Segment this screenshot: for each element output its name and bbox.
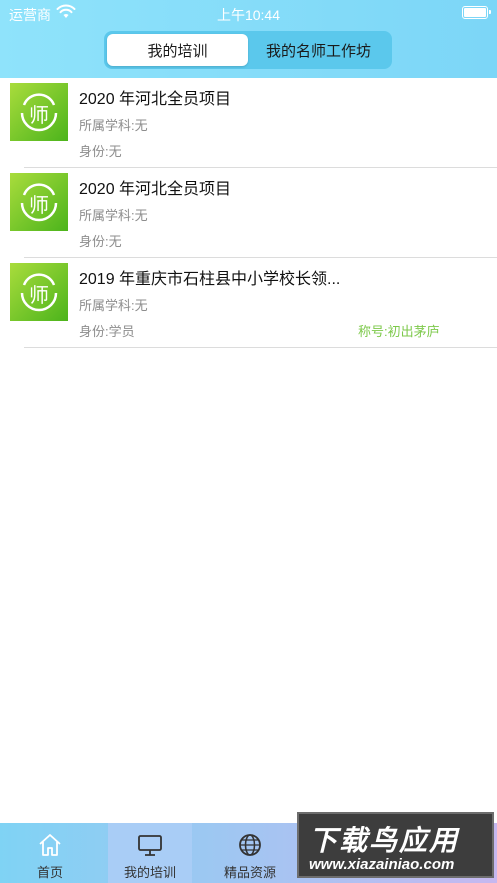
watermark-title: 下载鸟应用 <box>309 825 460 856</box>
training-subject: 所属学科:无 <box>79 298 148 313</box>
watermark-logo: 下载鸟应用 www.xiazainiao.com <box>297 812 494 878</box>
tab-my-training-label: 我的培训 <box>123 865 176 880</box>
list-item[interactable]: 师 2019 年重庆市石柱县中小学校长领... 所属学科:无 身份:学员 称号:… <box>0 258 497 348</box>
tab-home-label: 首页 <box>36 865 63 880</box>
training-subject: 所属学科:无 <box>79 208 148 223</box>
list-item[interactable]: 师 2020 年河北全员项目 所属学科:无 身份:无 <box>0 78 497 168</box>
teacher-logo-icon: 师 <box>10 173 68 231</box>
training-list: 师 2020 年河北全员项目 所属学科:无 身份:无 师 2020 年河北全员项… <box>0 78 497 348</box>
svg-text:师: 师 <box>29 283 49 307</box>
svg-text:师: 师 <box>29 103 49 127</box>
battery-icon <box>462 6 491 19</box>
training-rank: 称号:初出茅庐 <box>358 324 440 339</box>
training-identity: 身份:无 <box>79 234 122 249</box>
status-bar: 运营商 上午10:44 <box>0 0 497 26</box>
training-subject: 所属学科:无 <box>79 118 148 133</box>
tab-my-training[interactable]: 我的培训 <box>108 823 192 883</box>
segment-my-workshop[interactable]: 我的名师工作坊 <box>248 34 389 66</box>
training-identity: 身份:无 <box>79 144 122 159</box>
list-item[interactable]: 师 2020 年河北全员项目 所属学科:无 身份:无 <box>0 168 497 258</box>
teacher-logo-icon: 师 <box>10 83 68 141</box>
svg-text:师: 师 <box>29 193 49 217</box>
training-title: 2019 年重庆市石柱县中小学校长领... <box>79 271 341 288</box>
tab-home[interactable]: 首页 <box>10 823 90 883</box>
segmented-control: 我的培训 我的名师工作坊 <box>104 31 392 69</box>
clock: 上午10:44 <box>216 7 281 23</box>
training-title: 2020 年河北全员项目 <box>79 181 232 198</box>
segment-my-training[interactable]: 我的培训 <box>107 34 248 66</box>
teacher-logo-icon: 师 <box>10 263 68 321</box>
home-icon <box>39 834 61 856</box>
watermark-url: www.xiazainiao.com <box>309 856 455 873</box>
app-header: 运营商 上午10:44 我的培训 我的名师工作坊 <box>0 0 497 78</box>
monitor-icon <box>138 835 162 856</box>
globe-icon <box>239 834 261 856</box>
training-title: 2020 年河北全员项目 <box>79 91 232 108</box>
training-identity: 身份:学员 <box>79 324 135 339</box>
tab-resources-label: 精品资源 <box>223 865 276 880</box>
tab-resources[interactable]: 精品资源 <box>208 823 292 883</box>
